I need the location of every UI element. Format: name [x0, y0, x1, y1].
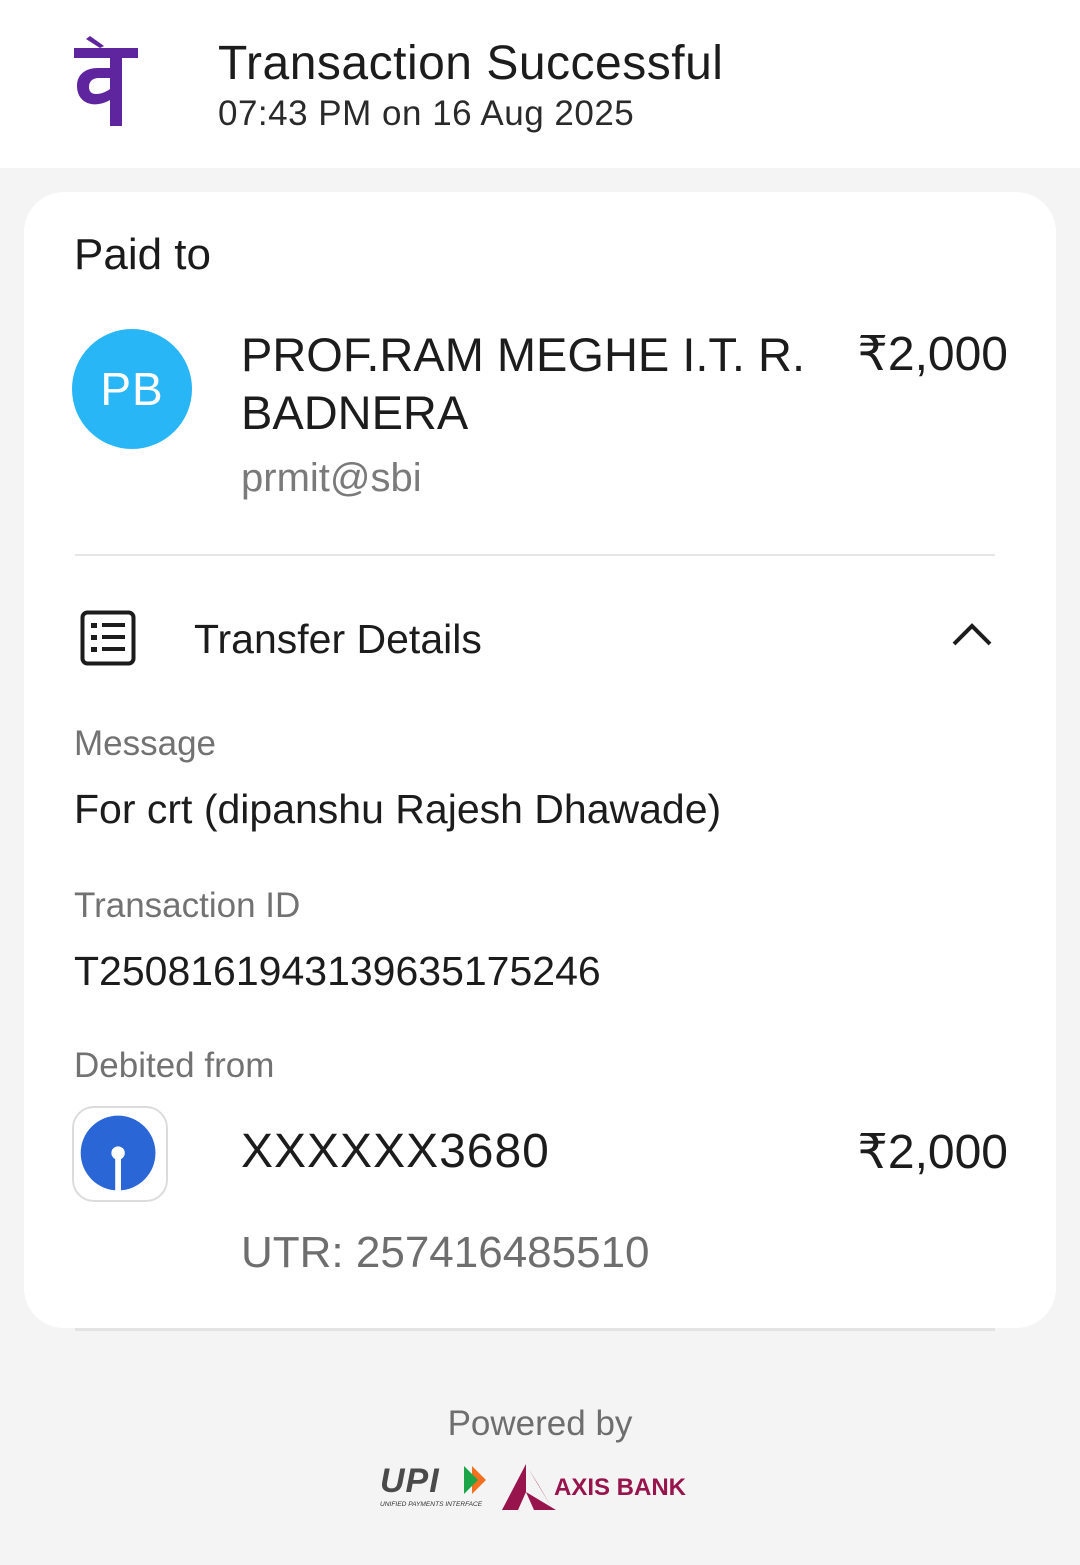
payee-name: PROF.RAM MEGHE I.T. R. BADNERA: [241, 328, 806, 439]
list-details-icon: [80, 610, 136, 666]
powered-by-label: Powered by: [447, 1404, 633, 1443]
debited-from-label: Debited from: [74, 1046, 275, 1085]
transaction-id-label: Transaction ID: [74, 886, 301, 925]
account-number: XXXXXX3680: [241, 1125, 550, 1178]
transaction-timestamp: 07:43 PM on 16 Aug 2025: [218, 94, 635, 133]
svg-text:AXIS BANK: AXIS BANK: [554, 1474, 687, 1501]
chevron-up-icon[interactable]: [950, 618, 994, 648]
phonepe-logo-icon: [74, 36, 138, 126]
payee-vpa: prmit@sbi: [241, 456, 422, 500]
header: Transaction Successful 07:43 PM on 16 Au…: [0, 0, 1080, 168]
divider: [75, 1328, 995, 1331]
upi-logo-icon: UPI UNIFIED PAYMENTS INTERFACE: [380, 1462, 486, 1508]
utr-number[interactable]: UTR: 257416485510: [241, 1228, 650, 1278]
debit-amount: ₹2,000: [857, 1126, 1008, 1179]
svg-text:UPI: UPI: [380, 1462, 440, 1500]
payee-avatar: PB: [72, 329, 192, 449]
axis-bank-logo-icon: AXIS BANK: [502, 1464, 687, 1510]
message-label: Message: [74, 724, 217, 763]
svg-text:UNIFIED PAYMENTS INTERFACE: UNIFIED PAYMENTS INTERFACE: [380, 1501, 483, 1508]
transaction-status-title: Transaction Successful: [218, 37, 724, 90]
sbi-logo-icon: [72, 1106, 168, 1202]
payee-amount: ₹2,000: [857, 328, 1008, 381]
divider: [75, 554, 995, 556]
transaction-card: Paid to PB PROF.RAM MEGHE I.T. R. BADNER…: [24, 192, 1056, 1328]
transaction-id-value[interactable]: T2508161943139635175246: [74, 948, 601, 995]
paid-to-label: Paid to: [74, 230, 211, 279]
message-value: For crt (dipanshu Rajesh Dhawade): [74, 786, 722, 832]
transfer-details-title: Transfer Details: [194, 616, 482, 662]
